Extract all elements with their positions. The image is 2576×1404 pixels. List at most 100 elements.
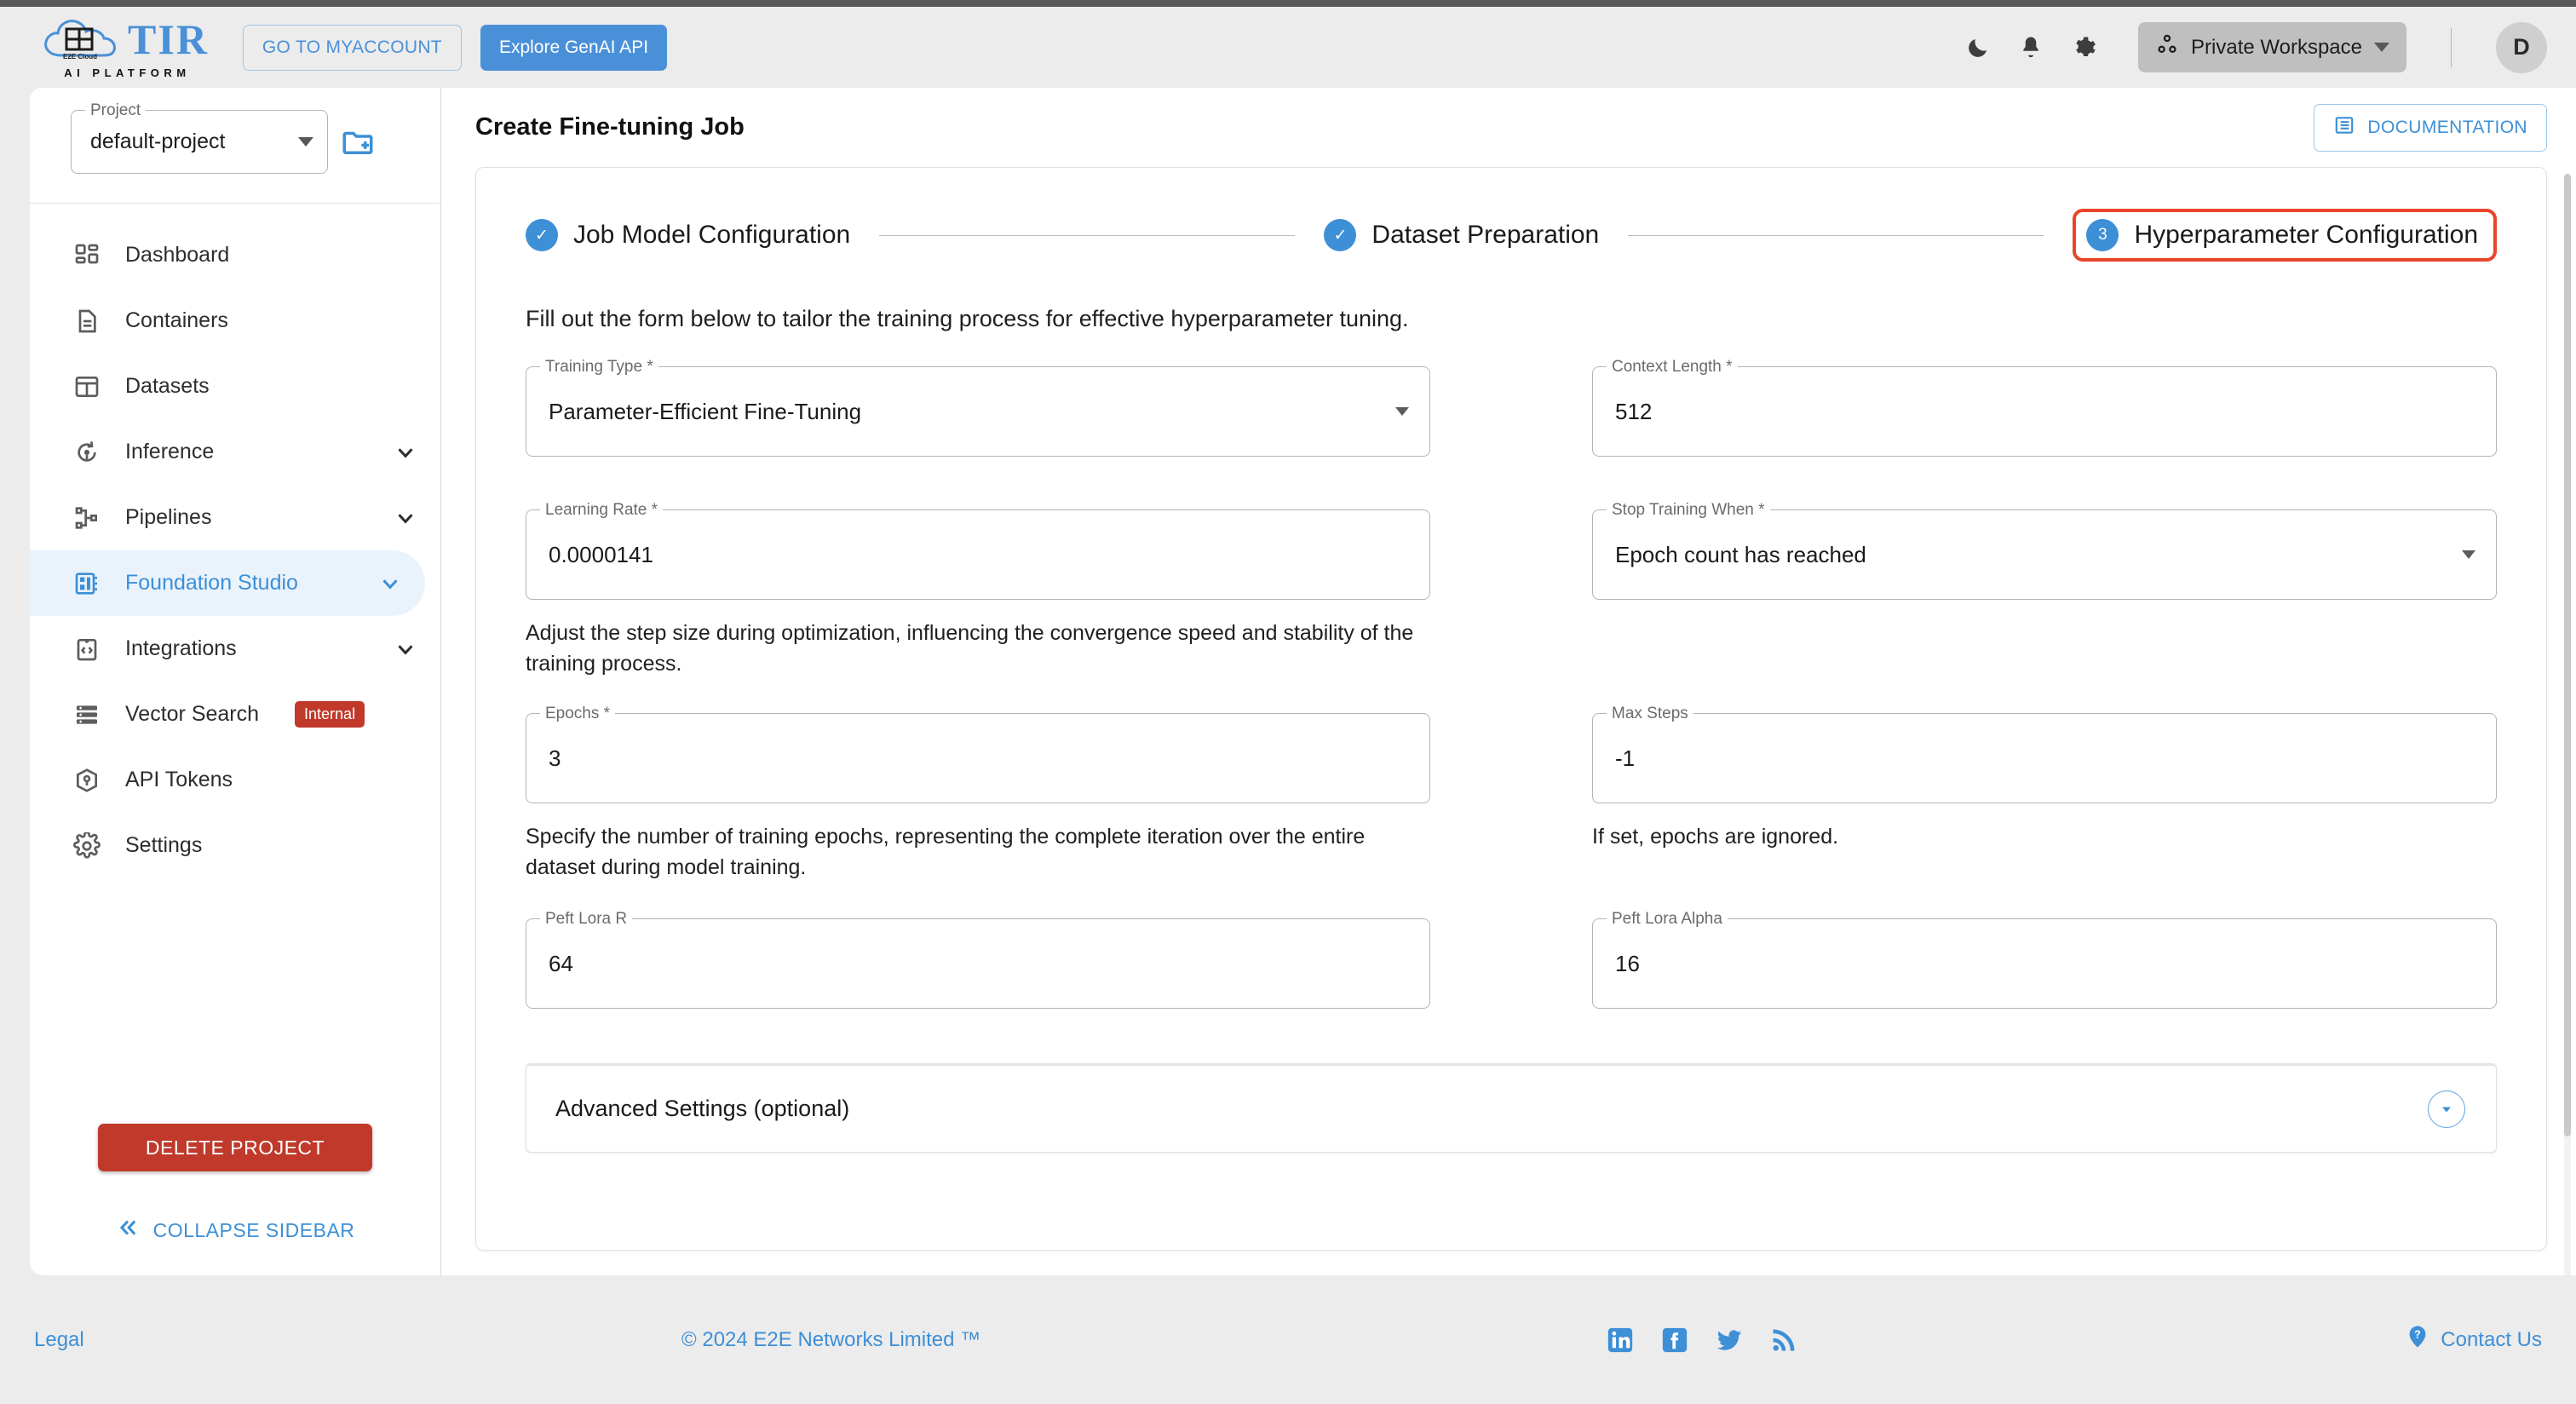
code-clipboard-icon [71, 633, 103, 665]
form-row-1: Training Type * Parameter-Efficient Fine… [526, 358, 2497, 457]
dashboard-grid-icon [71, 239, 103, 272]
notifications-icon[interactable] [2017, 34, 2044, 61]
learning-rate-label: Learning Rate * [540, 501, 664, 520]
scrollbar-thumb[interactable] [2564, 174, 2571, 1136]
legal-link[interactable]: Legal [34, 1328, 84, 1352]
sidebar-item-settings[interactable]: Settings [30, 813, 440, 878]
sidebar-item-dashboard[interactable]: Dashboard [30, 222, 440, 288]
foundation-studio-icon [71, 567, 103, 600]
collapse-sidebar-button[interactable]: COLLAPSE SIDEBAR [116, 1216, 355, 1245]
stepper-connector [879, 234, 1296, 236]
avatar[interactable]: D [2496, 21, 2547, 73]
epochs-field-block: Epochs * 3 Specify the number of trainin… [526, 705, 1430, 883]
sidebar-footer: DELETE PROJECT COLLAPSE SIDEBAR [30, 1124, 440, 1275]
step-job-model-configuration[interactable]: ✓ Job Model Configuration [526, 219, 850, 251]
workspace-selector[interactable]: Private Workspace [2138, 22, 2406, 72]
context-length-value: 512 [1615, 398, 1653, 424]
sidebar-item-api-tokens[interactable]: API Tokens [30, 747, 440, 813]
epochs-label: Epochs * [540, 705, 616, 723]
peft-lora-alpha-label: Peft Lora Alpha [1607, 910, 1728, 929]
peft-lora-r-value: 64 [549, 950, 573, 976]
training-type-field-block: Training Type * Parameter-Efficient Fine… [526, 358, 1430, 457]
inference-icon [71, 436, 103, 469]
step-hyperparameter-configuration[interactable]: 3 Hyperparameter Configuration [2073, 209, 2498, 262]
page-title: Create Fine-tuning Job [475, 113, 745, 141]
scroll-area: ✓ Job Model Configuration ✓ Dataset Prep… [441, 167, 2576, 1275]
linkedin-icon[interactable] [1606, 1326, 1635, 1355]
explore-genai-api-button[interactable]: Explore GenAI API [480, 24, 668, 71]
project-select[interactable]: Project default-project [71, 101, 328, 174]
documentation-label: DOCUMENTATION [2367, 117, 2527, 137]
chevron-down-icon[interactable] [2428, 1090, 2465, 1128]
sidebar-item-vector-search[interactable]: Vector Search Internal [30, 682, 440, 747]
sidebar-item-label: Integrations [125, 636, 237, 660]
dark-mode-icon[interactable] [1964, 34, 1992, 61]
vertical-scrollbar[interactable] [2564, 174, 2571, 1275]
learning-rate-value: 0.0000141 [549, 541, 653, 567]
max-steps-label: Max Steps [1607, 705, 1693, 723]
settings-gear-icon[interactable] [2070, 34, 2097, 61]
app-header: E2E Cloud TIR AI PLATFORM GO TO MYACCOUN… [0, 7, 2576, 88]
pipeline-nodes-icon [71, 502, 103, 534]
peft-lora-alpha-value: 16 [1615, 950, 1640, 976]
twitter-icon[interactable] [1715, 1326, 1744, 1355]
e2e-cloud-logo-icon: E2E Cloud [41, 16, 119, 62]
stop-training-when-value: Epoch count has reached [1615, 541, 1866, 567]
app-footer: Legal © 2024 E2E Networks Limited ™ ? Co… [0, 1275, 2576, 1404]
database-list-icon [71, 699, 103, 731]
step-label: Hyperparameter Configuration [2134, 221, 2479, 249]
sidebar-item-foundation-studio[interactable]: Foundation Studio [30, 550, 425, 616]
max-steps-input[interactable]: Max Steps -1 [1592, 705, 2497, 803]
peft-lora-r-label: Peft Lora R [540, 910, 633, 929]
epochs-value: 3 [549, 745, 561, 771]
form-row-2: Learning Rate * 0.0000141 Adjust the ste… [526, 501, 2497, 679]
contact-us-label: Contact Us [2441, 1327, 2542, 1351]
svg-text:E2E Cloud: E2E Cloud [63, 53, 97, 60]
documentation-icon [2333, 114, 2355, 141]
form-row-4: Peft Lora R 64 Peft Lora Alpha 16 [526, 910, 2497, 1009]
epochs-input[interactable]: Epochs * 3 [526, 705, 1430, 803]
folder-add-icon[interactable] [340, 124, 376, 160]
rss-icon[interactable] [1769, 1326, 1798, 1355]
header-divider [2451, 27, 2452, 67]
stepper: ✓ Job Model Configuration ✓ Dataset Prep… [526, 209, 2498, 262]
chevron-down-icon [393, 636, 418, 662]
sidebar-item-label: Containers [125, 308, 228, 332]
logo-brand-text: TIR [128, 14, 209, 63]
step-dataset-preparation[interactable]: ✓ Dataset Preparation [1324, 219, 1599, 251]
contact-us-link[interactable]: ? Contact Us [2405, 1324, 2542, 1355]
logo-subtitle: AI PLATFORM [64, 66, 191, 79]
sidebar-item-label: Datasets [125, 374, 210, 398]
chevron-down-icon [1395, 407, 1409, 416]
max-steps-value: -1 [1615, 745, 1636, 771]
stepper-connector [1628, 234, 2044, 236]
context-length-field-block: Context Length * 512 [1592, 358, 2497, 457]
delete-project-button[interactable]: DELETE PROJECT [98, 1124, 372, 1171]
go-to-myaccount-button[interactable]: GO TO MYACCOUNT [242, 24, 462, 71]
max-steps-field-block: Max Steps -1 If set, epochs are ignored. [1592, 705, 2497, 883]
tir-logo[interactable]: E2E Cloud TIR AI PLATFORM [41, 16, 209, 79]
stop-training-when-select[interactable]: Stop Training When * Epoch count has rea… [1592, 501, 2497, 600]
context-length-input[interactable]: Context Length * 512 [1592, 358, 2497, 457]
peft-lora-alpha-input[interactable]: Peft Lora Alpha 16 [1592, 910, 2497, 1009]
app-body: Project default-project Dashboard Contai… [0, 88, 2576, 1275]
sidebar-item-integrations[interactable]: Integrations [30, 616, 440, 682]
gear-icon [71, 830, 103, 862]
advanced-settings-panel[interactable]: Advanced Settings (optional) [526, 1063, 2497, 1153]
workspace-nodes-icon [2155, 32, 2179, 62]
training-type-select[interactable]: Training Type * Parameter-Efficient Fine… [526, 358, 1430, 457]
facebook-icon[interactable] [1660, 1326, 1689, 1355]
documentation-button[interactable]: DOCUMENTATION [2314, 103, 2547, 152]
sidebar-item-containers[interactable]: Containers [30, 288, 440, 354]
chevron-down-icon [377, 571, 403, 596]
sidebar-item-label: Settings [125, 833, 203, 857]
page-header: Create Fine-tuning Job DOCUMENTATION [441, 88, 2576, 167]
peft-lora-r-input[interactable]: Peft Lora R 64 [526, 910, 1430, 1009]
sidebar-item-pipelines[interactable]: Pipelines [30, 485, 440, 550]
training-type-label: Training Type * [540, 358, 658, 377]
sidebar-item-inference[interactable]: Inference [30, 419, 440, 485]
learning-rate-input[interactable]: Learning Rate * 0.0000141 [526, 501, 1430, 600]
max-steps-helper-text: If set, epochs are ignored. [1592, 825, 1839, 849]
window-top-strip [0, 0, 2576, 7]
sidebar-item-datasets[interactable]: Datasets [30, 354, 440, 419]
